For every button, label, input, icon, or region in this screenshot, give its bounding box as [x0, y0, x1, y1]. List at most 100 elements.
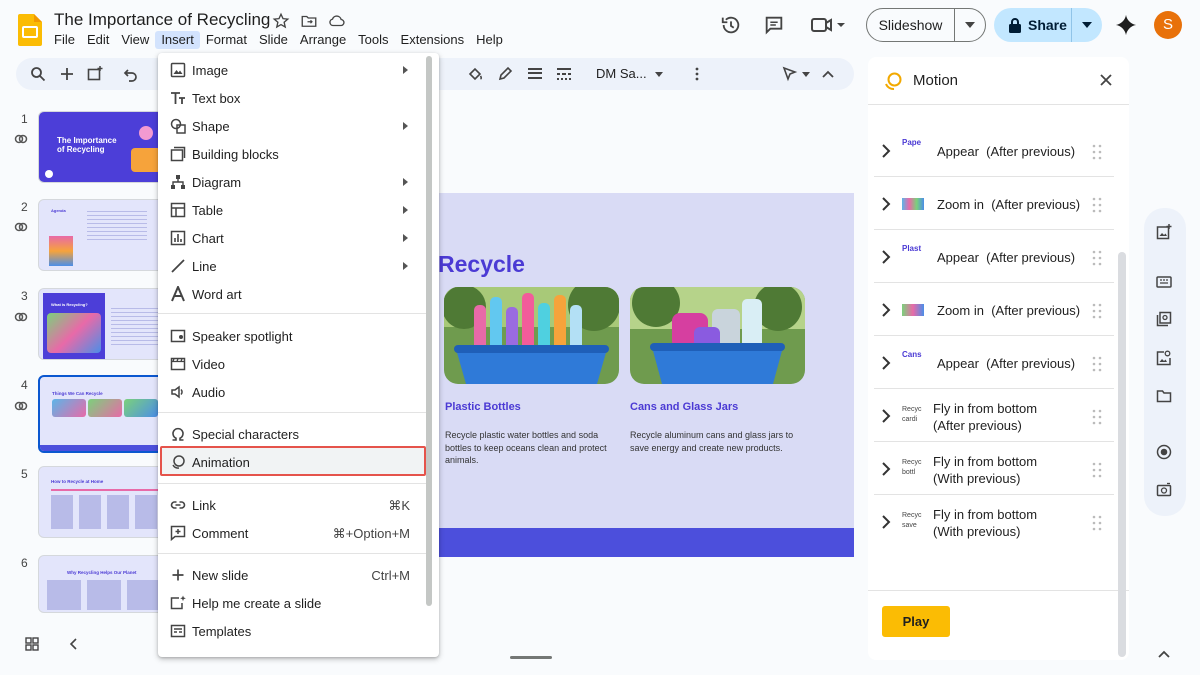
collapse-filmstrip-icon[interactable]: [68, 637, 80, 651]
menu-item-new-slide[interactable]: New slide Ctrl+M: [158, 561, 428, 589]
animation-item[interactable]: Zoom in (After previous): [874, 284, 1114, 336]
chevron-right-icon[interactable]: [880, 144, 892, 158]
layers-icon[interactable]: [1156, 311, 1172, 327]
animation-item[interactable]: Zoom in (After previous): [874, 178, 1114, 230]
gemini-sparkle-icon[interactable]: [1115, 14, 1137, 36]
font-family-select[interactable]: DM Sa...: [596, 66, 647, 81]
chevron-right-icon[interactable]: [880, 197, 892, 211]
chevron-right-icon[interactable]: [880, 409, 892, 423]
drag-handle-icon[interactable]: [1092, 250, 1102, 266]
slideshow-button[interactable]: Slideshow: [866, 8, 986, 42]
record-icon[interactable]: [1156, 444, 1172, 460]
share-button[interactable]: Share: [994, 8, 1102, 42]
chevron-up-icon[interactable]: [1156, 646, 1172, 662]
menu-item-audio[interactable]: Audio: [158, 378, 428, 406]
image-search-icon[interactable]: [1156, 350, 1172, 366]
grid-view-icon[interactable]: [25, 637, 39, 651]
camera-icon[interactable]: [1156, 482, 1172, 498]
menu-insert[interactable]: Insert: [155, 31, 200, 49]
menu-arrange[interactable]: Arrange: [294, 31, 352, 49]
select-tool-icon[interactable]: [782, 66, 814, 82]
folder-icon[interactable]: [1156, 388, 1172, 404]
drag-handle-icon[interactable]: [1092, 409, 1102, 425]
animation-item[interactable]: Recyc cardi Fly in from bottom (After pre…: [874, 390, 1114, 442]
menu-item-chart[interactable]: Chart: [158, 224, 428, 252]
menu-item-table[interactable]: Table: [158, 196, 428, 224]
chevron-down-icon[interactable]: [1072, 22, 1102, 28]
chevron-up-icon[interactable]: [822, 66, 834, 82]
card-body-cans[interactable]: Recycle aluminum cans and glass jars to …: [630, 429, 808, 454]
menu-scrollbar[interactable]: [426, 56, 432, 606]
keyboard-icon[interactable]: [1156, 274, 1172, 290]
menu-item-help-create-slide[interactable]: Help me create a slide: [158, 589, 428, 617]
chevron-right-icon[interactable]: [880, 303, 892, 317]
border-dash-icon[interactable]: [556, 66, 572, 82]
slide-thumbnail-1[interactable]: The Importance of Recycling: [38, 111, 168, 183]
menu-edit[interactable]: Edit: [81, 31, 115, 49]
border-weight-icon[interactable]: [527, 66, 543, 82]
card-body-plastic[interactable]: Recycle plastic water bottles and soda b…: [445, 429, 623, 467]
chevron-right-icon[interactable]: [880, 462, 892, 476]
menu-item-special-characters[interactable]: Special characters: [158, 420, 428, 448]
menu-help[interactable]: Help: [470, 31, 509, 49]
slide-thumbnail-6[interactable]: Why Recycling Helps Our Planet: [38, 555, 168, 613]
menu-item-shape[interactable]: Shape: [158, 112, 428, 140]
card-title-cans[interactable]: Cans and Glass Jars: [630, 401, 738, 413]
comments-icon[interactable]: [763, 14, 785, 36]
menu-slide[interactable]: Slide: [253, 31, 294, 49]
drag-handle-icon[interactable]: [1092, 303, 1102, 319]
menu-file[interactable]: File: [48, 31, 81, 49]
slide-title[interactable]: Recycle: [438, 251, 525, 278]
slideshow-label[interactable]: Slideshow: [867, 9, 955, 41]
panel-scrollbar[interactable]: [1118, 252, 1126, 657]
star-icon[interactable]: [272, 12, 290, 30]
menu-item-word-art[interactable]: Word art: [158, 280, 428, 308]
menu-format[interactable]: Format: [200, 31, 253, 49]
slide-thumbnail-3[interactable]: What is Recycling?: [38, 288, 168, 360]
slides-logo-icon[interactable]: [18, 14, 42, 46]
drag-handle-icon[interactable]: [1092, 144, 1102, 160]
menu-item-text-box[interactable]: Text box: [158, 84, 428, 112]
search-menus-icon[interactable]: [30, 66, 46, 82]
border-color-icon[interactable]: [497, 66, 513, 82]
more-vert-icon[interactable]: [689, 66, 705, 82]
avatar[interactable]: S: [1154, 11, 1182, 39]
speaker-notes-handle[interactable]: [510, 656, 552, 659]
cloud-saved-icon[interactable]: [328, 12, 346, 30]
play-button[interactable]: Play: [882, 606, 950, 637]
undo-icon[interactable]: [122, 66, 138, 82]
menu-item-building-blocks[interactable]: Building blocks: [158, 140, 428, 168]
cans-glass-jars-image[interactable]: [630, 287, 805, 384]
menu-item-animation[interactable]: Animation: [158, 448, 428, 476]
slide-thumbnail-4[interactable]: Things We Can Recycle: [38, 375, 168, 453]
close-icon[interactable]: [1100, 74, 1112, 86]
animation-item[interactable]: Pape Appear (After previous): [874, 125, 1114, 177]
plastic-bottles-image[interactable]: [444, 287, 619, 384]
drag-handle-icon[interactable]: [1092, 356, 1102, 372]
chevron-right-icon[interactable]: [880, 515, 892, 529]
new-slide-layout-icon[interactable]: [87, 66, 103, 82]
add-image-icon[interactable]: [1156, 224, 1172, 240]
fill-color-icon[interactable]: [467, 66, 483, 82]
drag-handle-icon[interactable]: [1092, 197, 1102, 213]
menu-item-comment[interactable]: Comment ⌘+Option+M: [158, 519, 428, 547]
menu-item-link[interactable]: Link ⌘K: [158, 491, 428, 519]
document-title[interactable]: The Importance of Recycling: [54, 10, 270, 30]
version-history-icon[interactable]: [720, 14, 742, 36]
menu-item-diagram[interactable]: Diagram: [158, 168, 428, 196]
menu-item-video[interactable]: Video: [158, 350, 428, 378]
menu-tools[interactable]: Tools: [352, 31, 394, 49]
menu-extensions[interactable]: Extensions: [395, 31, 471, 49]
animation-item[interactable]: Recyc save Fly in from bottom (With previ…: [874, 496, 1114, 548]
animation-item[interactable]: Plast Appear (After previous): [874, 231, 1114, 283]
menu-item-line[interactable]: Line: [158, 252, 428, 280]
menu-view[interactable]: View: [115, 31, 155, 49]
animation-item[interactable]: Cans Appear (After previous): [874, 337, 1114, 389]
card-title-plastic[interactable]: Plastic Bottles: [445, 401, 521, 413]
animation-item[interactable]: Recyc bottl Fly in from bottom (With prev…: [874, 443, 1114, 495]
chevron-right-icon[interactable]: [880, 250, 892, 264]
menu-item-templates[interactable]: Templates: [158, 617, 428, 645]
chevron-down-icon[interactable]: [654, 66, 664, 82]
meet-video-icon[interactable]: [810, 14, 846, 36]
drag-handle-icon[interactable]: [1092, 515, 1102, 531]
